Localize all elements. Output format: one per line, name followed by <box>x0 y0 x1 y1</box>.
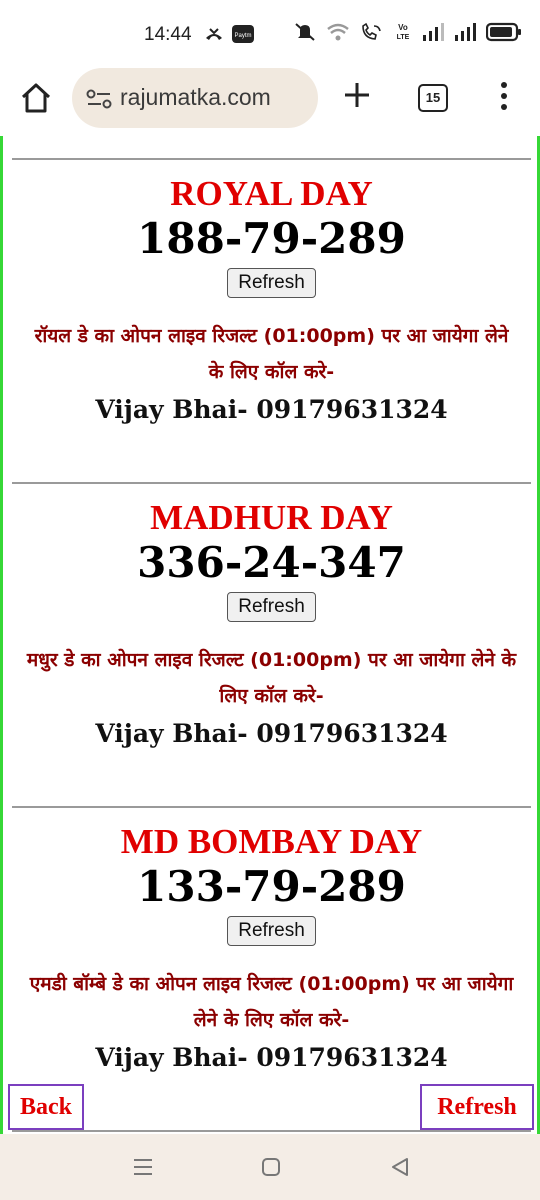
contact-text: Vijay Bhai- 09179631324 <box>95 1043 448 1072</box>
section-divider <box>12 806 531 808</box>
missed-call-icon <box>206 28 222 40</box>
wifi-icon <box>327 23 349 41</box>
new-tab-button[interactable] <box>340 78 374 112</box>
notice-text: मधुर डे का ओपन लाइव रिजल्ट (01:00pm) पर … <box>26 649 517 707</box>
signal-icon-2 <box>455 23 476 41</box>
menu-dot-icon <box>501 82 507 88</box>
signal-icon <box>423 23 444 41</box>
home-icon <box>21 83 51 113</box>
page-content: ROYAL DAY 188-79-289 Refresh रॉयल डे का … <box>0 136 540 1134</box>
svg-text:Vo: Vo <box>398 23 408 32</box>
svg-text:Paytm: Paytm <box>234 33 251 39</box>
system-nav-bar <box>0 1134 540 1200</box>
recents-icon[interactable] <box>132 1156 154 1178</box>
tab-switcher-button[interactable]: 15 <box>418 84 448 112</box>
result-number: 336-24-347 <box>137 538 406 587</box>
site-settings-icon[interactable] <box>86 88 112 110</box>
menu-dot-icon <box>501 104 507 110</box>
status-left-icons: Paytm <box>204 25 254 43</box>
back-nav-icon[interactable] <box>390 1156 410 1178</box>
address-bar[interactable]: rajumatka.com <box>72 68 318 128</box>
section-divider <box>12 482 531 484</box>
home-nav-icon[interactable] <box>261 1156 281 1178</box>
menu-dot-icon <box>501 93 507 99</box>
section-divider <box>12 158 531 160</box>
contact-text: Vijay Bhai- 09179631324 <box>95 719 448 748</box>
notice-text: रॉयल डे का ओपन लाइव रिजल्ट (01:00pm) पर … <box>34 325 509 383</box>
notice-text: एमडी बॉम्बे डे का ओपन लाइव रिजल्ट (01:00… <box>29 973 514 1031</box>
market-title: ROYAL DAY <box>170 174 373 213</box>
floating-refresh-button[interactable]: Refresh <box>420 1084 534 1130</box>
result-number: 188-79-289 <box>137 214 406 263</box>
overflow-menu-button[interactable] <box>494 82 514 112</box>
refresh-button[interactable]: Refresh <box>227 916 316 946</box>
paytm-icon: Paytm <box>232 25 254 43</box>
result-card-royal-day: ROYAL DAY 188-79-289 Refresh रॉयल डे का … <box>12 174 531 428</box>
svg-text:LTE: LTE <box>397 34 410 41</box>
contact-text: Vijay Bhai- 09179631324 <box>95 395 448 424</box>
url-text[interactable]: rajumatka.com <box>120 84 271 111</box>
battery-icon <box>486 22 521 42</box>
section-divider <box>12 1130 531 1132</box>
status-right-icons: Vo LTE <box>294 22 522 42</box>
refresh-button[interactable]: Refresh <box>227 592 316 622</box>
refresh-button[interactable]: Refresh <box>227 268 316 298</box>
plus-icon <box>345 83 369 107</box>
result-number: 133-79-289 <box>137 862 406 911</box>
wifi-calling-icon <box>362 22 381 40</box>
mute-icon <box>295 23 315 41</box>
result-card-madhur-day: MADHUR DAY 336-24-347 Refresh मधुर डे का… <box>12 498 531 752</box>
market-title: MADHUR DAY <box>150 498 393 537</box>
result-card-md-bombay-day: MD BOMBAY DAY 133-79-289 Refresh एमडी बॉ… <box>12 822 531 1076</box>
back-button[interactable]: Back <box>8 1084 84 1130</box>
volte-icon: Vo LTE <box>397 23 410 41</box>
home-button[interactable] <box>18 80 54 116</box>
status-bar: 14:44 Paytm Vo LTE <box>0 0 540 66</box>
market-title: MD BOMBAY DAY <box>120 822 423 861</box>
clock: 14:44 <box>144 24 192 45</box>
browser-toolbar: rajumatka.com 15 <box>0 66 540 136</box>
